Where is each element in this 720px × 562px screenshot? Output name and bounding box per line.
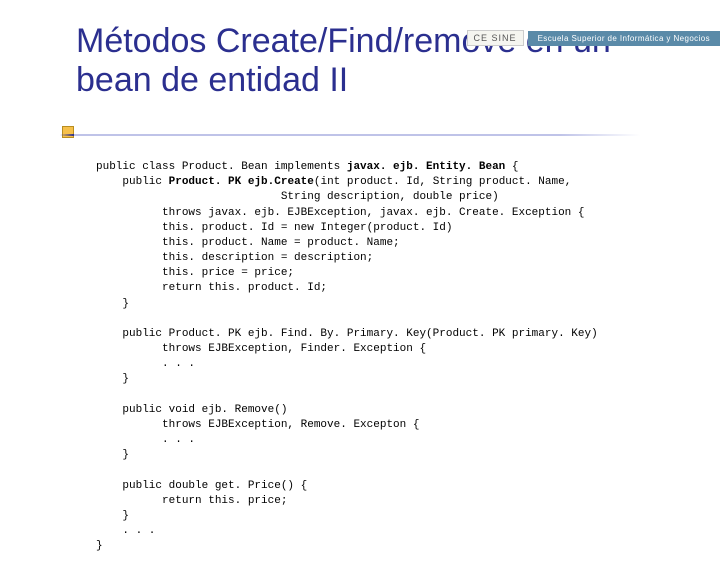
code-line: public Product. PK ejb. Find. By. Primar… [96, 328, 598, 340]
code-line: } [96, 373, 129, 385]
code-line: } [96, 449, 129, 461]
code-line: this. description = description; [96, 252, 373, 264]
code-line: } [96, 298, 129, 310]
code-line: . . . [96, 525, 155, 537]
tagline: Escuela Superior de Informática y Negoci… [528, 31, 720, 46]
code-line: } [96, 540, 103, 552]
code-line: throws EJBException, Remove. Excepton { [96, 419, 419, 431]
code-line: throws javax. ejb. EJBException, javax. … [96, 207, 584, 219]
logo: CE SINE [467, 30, 524, 46]
code-line: throws EJBException, Finder. Exception { [96, 343, 426, 355]
title-bullet-icon [62, 126, 74, 138]
code-bold: ejb.Create [248, 176, 314, 188]
code-bold: javax. ejb. Entity. Bean [347, 161, 505, 173]
code-line: . . . [96, 434, 195, 446]
header-bar: CE SINE Escuela Superior de Informática … [467, 30, 720, 46]
code-line: (int product. Id, String product. Name, [314, 176, 571, 188]
code-line: { [505, 161, 518, 173]
code-line: } [96, 510, 129, 522]
code-line: public class Product. Bean implements [96, 161, 347, 173]
code-line: public double get. Price() { [96, 480, 307, 492]
code-line: public [96, 176, 169, 188]
code-line: this. product. Name = product. Name; [96, 237, 400, 249]
code-line: return this. product. Id; [96, 282, 327, 294]
code-line: return this. price; [96, 495, 287, 507]
code-line: this. product. Id = new Integer(product.… [96, 222, 452, 234]
title-underline [0, 134, 720, 136]
code-line: public void ejb. Remove() [96, 404, 287, 416]
code-line: String description, double price) [96, 191, 499, 203]
code-line: . . . [96, 358, 195, 370]
code-line [241, 176, 248, 188]
code-bold: Product. PK [169, 176, 242, 188]
code-line: this. price = price; [96, 267, 294, 279]
code-block: public class Product. Bean implements ja… [96, 160, 598, 554]
